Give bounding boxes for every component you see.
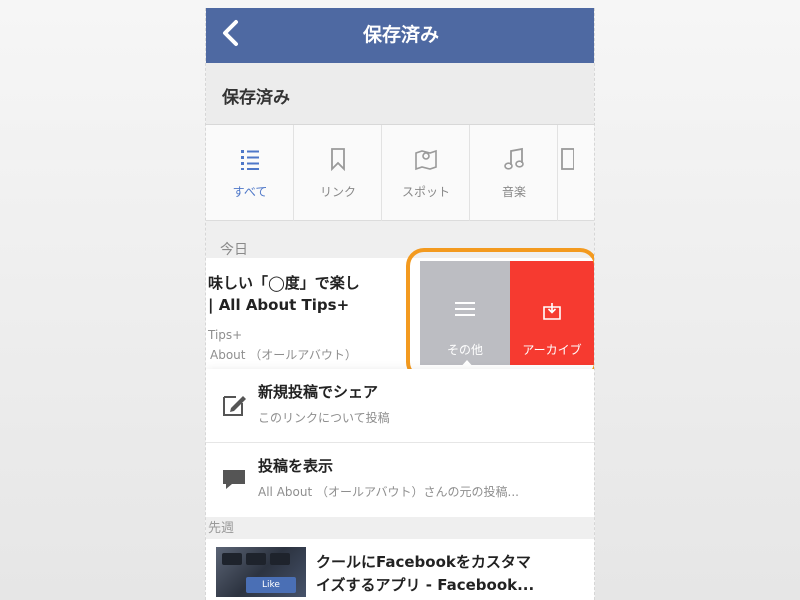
saved-item-2-title-line1: クールにFacebookをカスタマ xyxy=(316,553,531,571)
section-header-title: 保存済み xyxy=(222,88,290,108)
navigation-bar: 保存済み xyxy=(206,8,594,63)
book-icon xyxy=(561,148,574,170)
tab-music[interactable]: 音楽 xyxy=(470,125,558,221)
saved-item-2-title: クールにFacebookをカスタマ イズするアプリ - Facebook... xyxy=(316,551,586,597)
tab-links[interactable]: リンク xyxy=(294,125,382,221)
phone-screen: 保存済み 保存済み すべて リンク スポット 音楽 今日 味しい「◯度」で楽し … xyxy=(205,8,595,600)
compose-icon xyxy=(223,396,246,416)
share-title: 新規投稿でシェア xyxy=(258,383,379,401)
item-thumbnail: Like xyxy=(216,547,306,597)
bookmark-icon xyxy=(331,148,345,171)
tab-spots-label: スポット xyxy=(401,185,450,199)
last-week-label: 先週 xyxy=(208,521,235,536)
section-header: 保存済み xyxy=(206,63,594,125)
saved-item-title-line1: 味しい「◯度」で楽し xyxy=(208,274,360,292)
page-title: 保存済み xyxy=(362,24,439,46)
older-section-label: 先週 xyxy=(206,517,594,539)
tab-spots[interactable]: スポット xyxy=(382,125,470,221)
thumb-like-key: Like xyxy=(246,577,296,593)
list-icon xyxy=(241,150,259,170)
tab-all-label: すべて xyxy=(232,185,268,199)
today-label: 今日 xyxy=(220,242,248,258)
saved-item-source-author: About （オールアバウト） xyxy=(210,348,357,362)
share-subtitle: このリンクについて投稿 xyxy=(258,411,390,425)
saved-item-row-2[interactable]: Like クールにFacebookをカスタマ イズするアプリ - Faceboo… xyxy=(206,539,594,600)
view-post-subtitle: All About （オールアバウト）さんの元の投稿... xyxy=(258,485,519,499)
tab-links-label: リンク xyxy=(319,185,356,199)
tab-books[interactable] xyxy=(558,125,594,221)
view-post-item[interactable]: 投稿を表示 All About （オールアバウト）さんの元の投稿... xyxy=(206,443,594,517)
view-post-title: 投稿を表示 xyxy=(258,457,334,475)
map-pin-icon xyxy=(415,149,437,171)
tab-music-label: 音楽 xyxy=(501,185,526,199)
saved-item-title: 味しい「◯度」で楽し | All About Tips+ xyxy=(208,272,408,316)
tab-all[interactable]: すべて xyxy=(206,125,294,221)
saved-item-source: Tips+ xyxy=(208,328,243,342)
thumb-key xyxy=(270,553,290,565)
thumb-key xyxy=(246,553,266,565)
thumb-key xyxy=(222,553,242,565)
speech-bubble-icon xyxy=(223,470,245,489)
highlight-outline xyxy=(406,248,594,380)
share-as-new-post-item[interactable]: 新規投稿でシェア このリンクについて投稿 xyxy=(206,369,594,443)
saved-item-2-title-line2: イズするアプリ - Facebook... xyxy=(316,576,535,594)
saved-item-title-line2: | All About Tips+ xyxy=(208,296,350,314)
action-menu: 新規投稿でシェア このリンクについて投稿 投稿を表示 All About （オー… xyxy=(206,369,594,517)
music-note-icon xyxy=(504,147,524,170)
category-tabs: すべて リンク スポット 音楽 xyxy=(206,125,594,221)
